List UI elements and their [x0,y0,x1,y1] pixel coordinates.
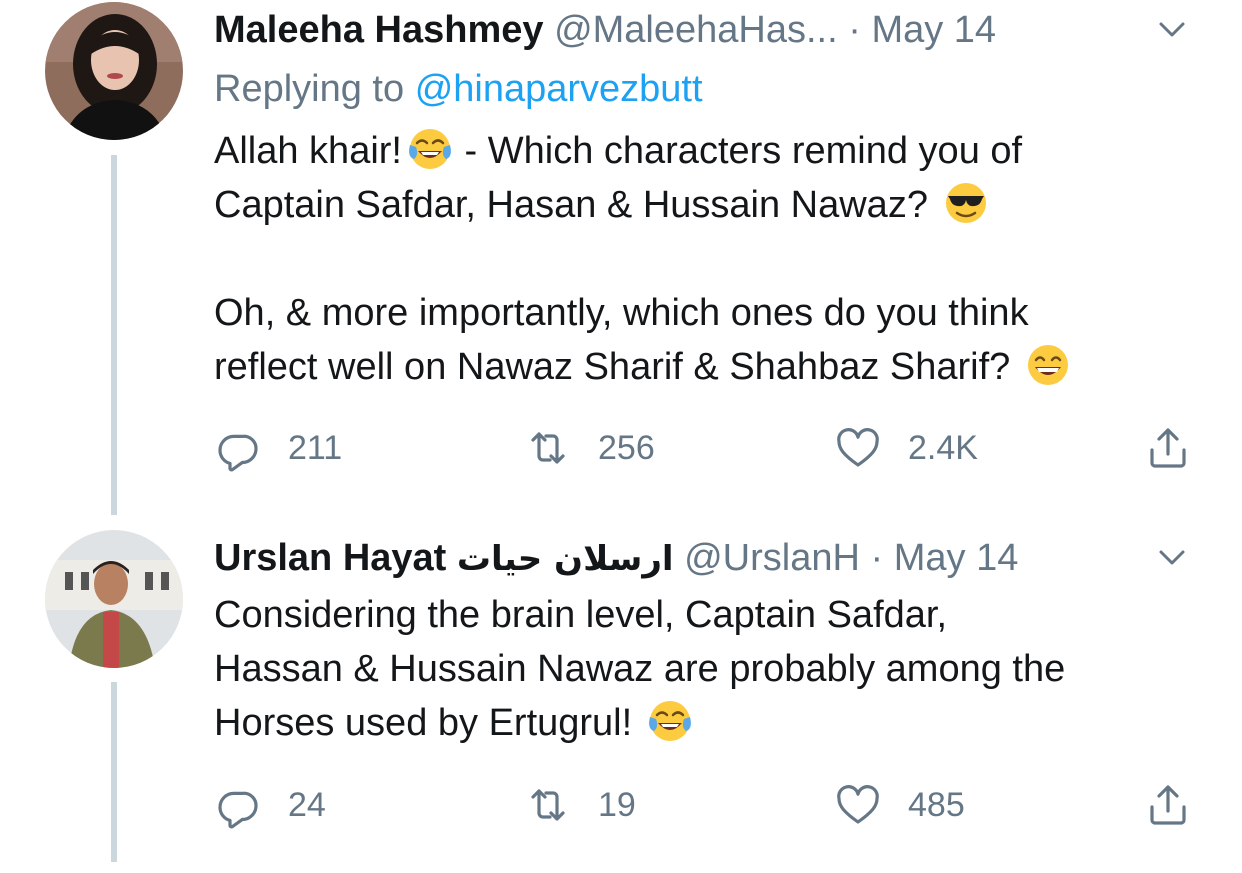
like-count: 2.4K [908,428,978,467]
like-button[interactable]: 485 [834,777,965,833]
share-button[interactable] [1144,420,1192,476]
tears-of-joy-emoji-icon [646,697,694,745]
author-name-urdu[interactable]: ارسلان حیات [457,539,674,579]
tweet-text-line: Oh, & more importantly, which ones do yo… [214,292,1029,334]
like-count: 485 [908,785,965,824]
mention-link[interactable]: @hinaparvezbutt [415,68,703,110]
tweet-text-line: Horses used by Ertugrul! [214,702,633,744]
reply-count: 24 [288,785,326,824]
author-handle[interactable]: @UrslanH [684,537,860,579]
tweet[interactable]: Urslan Hayat ارسلان حیات @UrslanH · May … [0,528,1242,873]
retweet-count: 19 [598,785,636,824]
replying-prefix: Replying to [214,68,405,110]
heart-icon [837,785,879,824]
reply-icon [218,791,258,829]
tweet-text: Considering the brain level, Captain Saf… [214,588,1214,750]
retweet-count: 256 [598,428,655,467]
retweet-icon [531,432,565,464]
like-button[interactable]: 2.4K [834,420,978,476]
tweet-header: Maleeha Hashmey @MaleehaHas... · May 14 [214,0,1182,60]
tears-of-joy-emoji-icon [406,125,454,173]
tweet-text-line: Captain Safdar, Hasan & Hussain Nawaz? [214,184,928,226]
chevron-down-icon[interactable] [1157,542,1187,572]
tweet-date[interactable]: May 14 [871,9,996,51]
author-handle[interactable]: @MaleehaHas... [554,9,838,51]
grinning-emoji-icon [1024,341,1072,389]
heart-icon [837,428,879,467]
tweet-date[interactable]: May 14 [894,537,1019,579]
tweet-text-line: Allah khair! [214,130,402,172]
tweet-header: Urslan Hayat ارسلان حیات @UrslanH · May … [214,528,1182,588]
sunglasses-emoji-icon [942,179,990,227]
reply-count: 211 [288,428,343,467]
share-button[interactable] [1144,777,1192,833]
retweet-button[interactable]: 256 [524,420,655,476]
retweet-icon [531,789,565,821]
tweet-actions: 211 256 2.4K [214,420,1204,476]
tweet[interactable]: Maleeha Hashmey @MaleehaHas... · May 14 … [0,0,1242,520]
separator: · [870,537,884,579]
tweet-text-line: Considering the brain level, Captain Saf… [214,594,948,636]
replying-to: Replying to @hinaparvezbutt [214,62,703,116]
tweet-actions: 24 19 485 [214,777,1204,833]
avatar[interactable] [45,530,183,668]
author-name[interactable]: Maleeha Hashmey [214,9,544,51]
separator: · [848,9,861,51]
reply-button[interactable]: 24 [214,777,326,833]
author-name[interactable]: Urslan Hayat [214,537,446,579]
tweet-text-line: - Which characters remind you of [453,130,1023,172]
share-icon [1150,785,1186,825]
tweet-text-line: reflect well on Nawaz Sharif & Shahbaz S… [214,346,1011,388]
tweet-text: Allah khair! - Which characters remind y… [214,124,1214,394]
retweet-button[interactable]: 19 [524,777,636,833]
reply-icon [218,434,258,472]
chevron-down-icon[interactable] [1157,14,1187,44]
tweet-text-line: Hassan & Hussain Nawaz are probably amon… [214,648,1066,690]
share-icon [1150,428,1186,468]
avatar[interactable] [45,2,183,140]
reply-button[interactable]: 211 [214,420,342,476]
